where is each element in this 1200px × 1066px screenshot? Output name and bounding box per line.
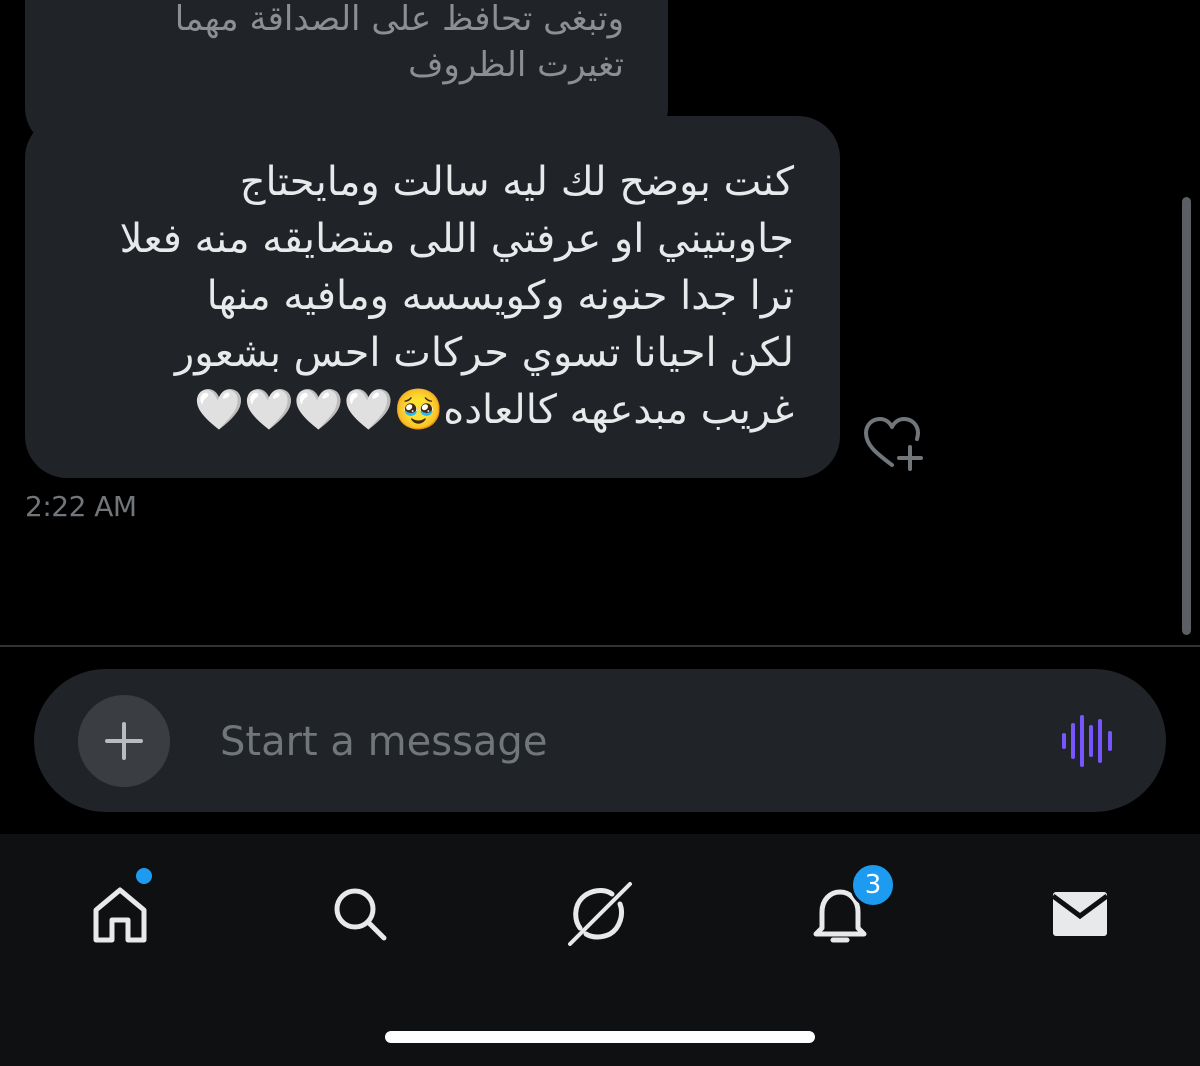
message-line: كنت بوضح لك ليه سالت ومايحتاج <box>239 159 794 205</box>
message-line: ترا جدا حنونه وكويسسه ومافيه منها <box>206 273 794 319</box>
grok-icon <box>568 882 632 946</box>
bottom-navigation: 3 <box>0 834 1200 1066</box>
message-composer <box>34 669 1166 812</box>
nav-grok[interactable] <box>560 874 640 954</box>
nav-home[interactable] <box>80 868 160 954</box>
add-reaction-button[interactable] <box>862 415 928 475</box>
nav-search[interactable] <box>320 874 400 954</box>
previous-message-text: وتبغى تحافظ على الصداقة مهما تغيرت الظرو… <box>64 0 624 88</box>
dm-conversation-screen: وتبغى تحافظ على الصداقة مهما تغيرت الظرو… <box>0 0 1200 1066</box>
envelope-icon <box>1051 892 1109 936</box>
nav-notifications[interactable]: 3 <box>800 862 896 954</box>
message-timestamp: 2:22 AM <box>25 490 137 523</box>
home-icon <box>93 887 147 943</box>
composer-divider <box>0 645 1200 647</box>
plus-icon <box>105 722 143 760</box>
message-input[interactable] <box>218 709 1022 775</box>
audio-waveform-icon <box>1062 715 1112 767</box>
scrollbar[interactable] <box>1182 197 1191 635</box>
message-line: وتبغى تحافظ على الصداقة مهما <box>174 0 624 39</box>
message-bubble[interactable]: كنت بوضح لك ليه سالت ومايحتاج جاوبتيني ا… <box>25 116 840 478</box>
home-new-dot <box>136 868 152 884</box>
message-line: جاوبتيني او عرفتي اللى متضايقه منه فعلا <box>119 216 794 262</box>
voice-message-button[interactable] <box>1060 713 1116 769</box>
heart-plus-icon <box>864 417 923 471</box>
notifications-count-badge: 3 <box>850 862 896 908</box>
add-attachment-button[interactable] <box>78 695 170 787</box>
nav-messages[interactable] <box>1040 874 1120 954</box>
message-line: تغيرت الظروف <box>408 45 624 85</box>
message-line: غريب مبدعهه كالعاده🥹🤍🤍🤍🤍 <box>194 387 794 433</box>
message-line: لكن احيانا تسوي حركات احس بشعور <box>174 330 794 376</box>
home-indicator[interactable] <box>385 1031 815 1043</box>
search-icon <box>334 888 387 941</box>
